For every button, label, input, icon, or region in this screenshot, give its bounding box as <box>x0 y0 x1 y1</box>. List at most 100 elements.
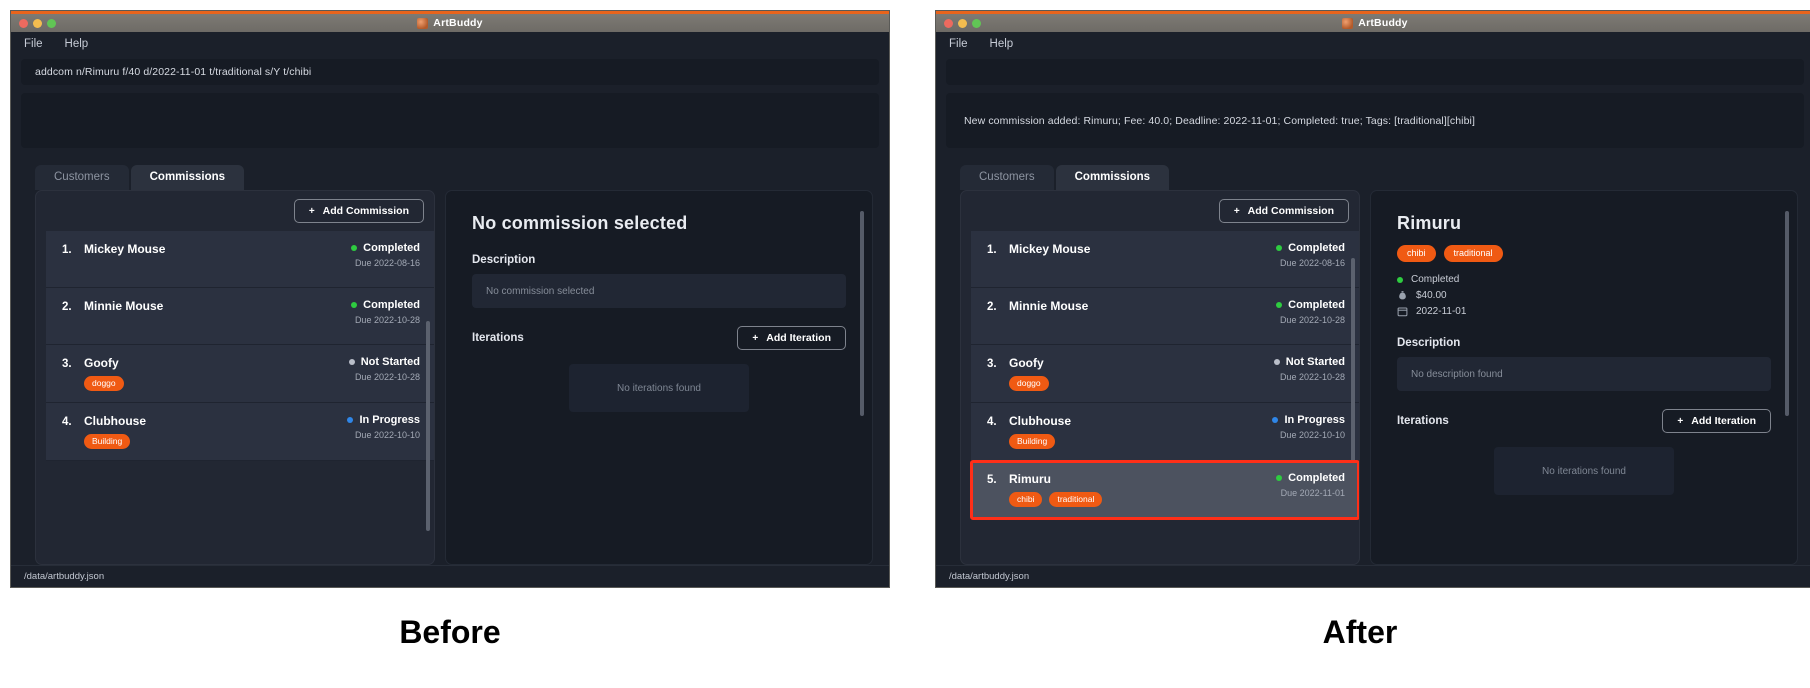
statusbar-after: /data/artbuddy.json <box>936 565 1810 587</box>
commission-name: Goofy <box>1009 356 1044 370</box>
artbuddy-window-after: ArtBuddy File Help New commission added:… <box>935 10 1810 588</box>
iterations-header-before: Iterations + Add Iteration <box>472 326 846 350</box>
list-scroll-thumb[interactable] <box>426 321 430 531</box>
commission-list-before[interactable]: 1. Mickey Mouse Completed Due 2022-08-16 2. M… <box>36 231 434 564</box>
commission-status: Completed <box>1276 242 1345 254</box>
commission-row[interactable]: 4. Clubhouse Building In Progress Due 2022-1… <box>46 403 434 461</box>
commission-row-meta: Completed Due 2022-08-16 <box>1276 242 1345 268</box>
commission-due-date: Due 2022-08-16 <box>1279 258 1345 268</box>
detail-fee-label: $40.00 <box>1416 290 1447 301</box>
detail-title-before: No commission selected <box>472 213 688 233</box>
commission-index: 1. <box>987 244 997 256</box>
commission-row-main: 3. Goofy doggo <box>62 356 124 391</box>
result-display-after: New commission added: Rimuru; Fee: 40.0;… <box>946 93 1804 148</box>
commission-status: Completed <box>351 242 420 254</box>
commission-row[interactable]: 5. Rimuru chibi traditional Completed Due 202… <box>970 460 1359 520</box>
iterations-header-after: Iterations + Add Iteration <box>1397 409 1771 433</box>
iterations-empty-before: No iterations found <box>569 364 749 412</box>
commission-status: Completed <box>1276 472 1345 484</box>
add-commission-button[interactable]: + Add Commission <box>293 199 424 223</box>
add-iteration-button[interactable]: + Add Iteration <box>1662 409 1771 433</box>
commission-row[interactable]: 2. Minnie Mouse Completed Due 2022-10-28 <box>971 288 1359 345</box>
menu-item-help[interactable]: Help <box>65 38 89 50</box>
commission-tag: traditional <box>1049 492 1103 507</box>
app-logo-icon <box>417 17 429 29</box>
add-commission-button[interactable]: + Add Commission <box>1218 199 1349 223</box>
menu-item-file[interactable]: File <box>949 38 968 50</box>
commission-name: Mickey Mouse <box>84 242 166 256</box>
commission-due-date: Due 2022-10-10 <box>1279 430 1345 440</box>
list-scrollbar-before[interactable] <box>426 239 430 556</box>
iterations-empty-after: No iterations found <box>1494 447 1674 495</box>
commission-row-title: 1. Mickey Mouse <box>62 242 165 256</box>
detail-scrollbar-before[interactable] <box>860 211 864 416</box>
commission-name: Goofy <box>84 356 119 370</box>
command-input-after[interactable] <box>946 59 1804 85</box>
commission-due-date: Due 2022-10-10 <box>354 430 420 440</box>
commission-status-label: Not Started <box>1285 356 1345 368</box>
detail-meta-after: Completed $40.00 2022-11-01 <box>1397 274 1771 317</box>
commission-list-panel-after: + Add Commission 1. Mickey Mouse Completed… <box>960 190 1360 565</box>
plus-icon: + <box>1233 205 1240 217</box>
tab-customers[interactable]: Customers <box>35 165 129 190</box>
window-title-text: ArtBuddy <box>433 17 483 29</box>
artbuddy-window-before: ArtBuddy File Help addcom n/Rimuru f/40 … <box>10 10 890 588</box>
commission-tag: chibi <box>1009 492 1043 507</box>
status-dot-icon <box>351 245 358 251</box>
status-dot-icon <box>1272 417 1279 423</box>
commission-index: 4. <box>987 416 997 428</box>
iterations-body-after: No iterations found <box>1397 447 1771 495</box>
commission-row[interactable]: 1. Mickey Mouse Completed Due 2022-08-16 <box>971 231 1359 288</box>
tab-commissions[interactable]: Commissions <box>1055 165 1170 190</box>
add-iteration-button[interactable]: + Add Iteration <box>737 326 846 350</box>
plus-icon: + <box>1677 415 1684 427</box>
commission-due-date: Due 2022-11-01 <box>1280 488 1345 498</box>
tab-commissions[interactable]: Commissions <box>130 165 245 190</box>
detail-deadline-label: 2022-11-01 <box>1416 306 1467 317</box>
add-iteration-label: Add Iteration <box>1691 415 1756 427</box>
command-input-before[interactable]: addcom n/Rimuru f/40 d/2022-11-01 t/trad… <box>21 59 879 85</box>
commission-due-date: Due 2022-10-28 <box>354 315 420 325</box>
commission-status-label: Completed <box>363 242 420 254</box>
detail-tag: chibi <box>1397 245 1436 262</box>
commission-tag: doggo <box>84 376 124 391</box>
commission-tags: Building <box>987 434 1071 449</box>
tab-bar-after: Customers Commissions <box>936 148 1810 190</box>
titlebar-after: ArtBuddy <box>936 11 1810 32</box>
commission-detail-panel-after: Rimuru chibi traditional Completed $40.00 <box>1370 190 1798 565</box>
commission-row-title: 2. Minnie Mouse <box>62 299 163 313</box>
statusbar-path-after: /data/artbuddy.json <box>949 571 1030 582</box>
result-display-before <box>21 93 879 148</box>
commission-row-meta: Not Started Due 2022-10-28 <box>348 356 420 382</box>
commission-row[interactable]: 1. Mickey Mouse Completed Due 2022-08-16 <box>46 231 434 288</box>
commission-index: 2. <box>62 301 72 313</box>
commission-name: Minnie Mouse <box>1009 299 1089 313</box>
list-toolbar-before: + Add Commission <box>36 191 434 231</box>
commission-list-after[interactable]: 1. Mickey Mouse Completed Due 2022-08-16 2. M… <box>961 231 1359 564</box>
commission-row[interactable]: 3. Goofy doggo Not Started Due 2022-10-28 <box>46 345 434 403</box>
comparison-stage: ArtBuddy File Help addcom n/Rimuru f/40 … <box>0 0 1810 688</box>
app-logo-icon <box>1342 17 1354 29</box>
commission-tag: doggo <box>1009 376 1049 391</box>
commission-row[interactable]: 4. Clubhouse Building In Progress Due 2022-1… <box>971 403 1359 461</box>
commission-index: 4. <box>62 416 72 428</box>
commission-row[interactable]: 3. Goofy doggo Not Started Due 2022-10-28 <box>971 345 1359 403</box>
commission-name: Rimuru <box>1009 472 1051 486</box>
add-commission-label: Add Commission <box>1247 205 1334 217</box>
money-bag-icon <box>1397 290 1408 301</box>
detail-title-after: Rimuru <box>1397 213 1462 233</box>
tab-customers[interactable]: Customers <box>960 165 1054 190</box>
commission-tags: doggo <box>62 376 124 391</box>
iterations-label-after: Iterations <box>1397 415 1449 427</box>
commission-row-meta: Completed Due 2022-10-28 <box>351 299 420 325</box>
statusbar-path-before: /data/artbuddy.json <box>24 571 105 582</box>
commission-tags: Building <box>62 434 146 449</box>
menu-item-help[interactable]: Help <box>990 38 1014 50</box>
list-toolbar-after: + Add Commission <box>961 191 1359 231</box>
detail-scrollbar-after[interactable] <box>1785 211 1789 416</box>
commission-row[interactable]: 2. Minnie Mouse Completed Due 2022-10-28 <box>46 288 434 345</box>
status-dot-icon <box>348 359 355 365</box>
commission-row-title: 3. Goofy <box>987 356 1049 370</box>
commission-row-title: 4. Clubhouse <box>987 414 1071 428</box>
menu-item-file[interactable]: File <box>24 38 43 50</box>
